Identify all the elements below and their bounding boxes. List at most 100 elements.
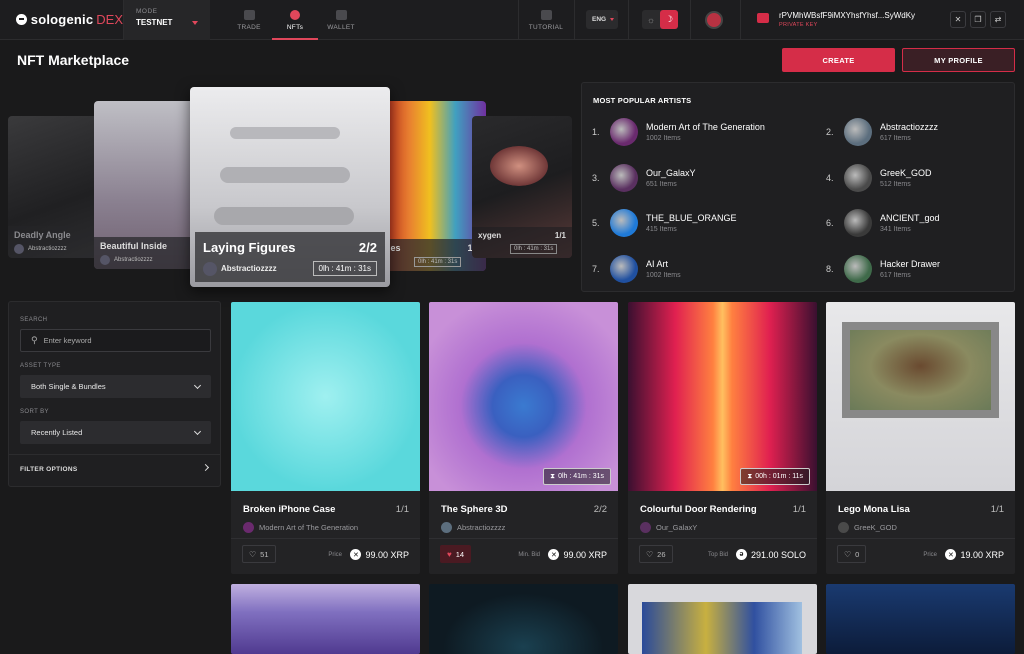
price-label: Price (328, 552, 342, 558)
carousel-card-title-row: xygen 1/1 (478, 231, 566, 240)
my-profile-button[interactable]: MY PROFILE (902, 48, 1015, 72)
artist-avatar (844, 164, 872, 192)
nft-artist-name: Our_GalaxY (656, 523, 698, 532)
nft-image[interactable] (429, 302, 618, 491)
wallet-address[interactable]: rPVMhWBsfF9iMXYhsfYhsf...SyWdKy (779, 11, 915, 20)
artist-item[interactable]: 6. ANCIENT_god 341 Items (826, 205, 1024, 241)
price-amount: 99.00 XRP (563, 549, 607, 560)
nft-edition: 1/1 (395, 504, 409, 515)
artist-avatar (610, 118, 638, 146)
artist-item[interactable]: 1. Modern Art of The Generation 1002 Items (592, 114, 792, 150)
artist-avatar (243, 522, 254, 533)
nft-image[interactable] (231, 302, 420, 491)
nft-artist-row[interactable]: Our_GalaxY (640, 522, 697, 533)
nft-edition: 1/1 (990, 504, 1004, 515)
like-button[interactable]: ♡ 0 (837, 545, 867, 563)
nft-title[interactable]: Colourful Door Rendering (640, 504, 780, 515)
tab-nfts[interactable]: NFTs (272, 0, 318, 40)
artist-rank: 3. (592, 173, 600, 183)
artist-name: GreeK_GOD (880, 168, 932, 178)
currency-icon: ✕ (548, 549, 560, 560)
nft-card-partial[interactable] (429, 584, 618, 654)
artist-avatar (100, 255, 110, 265)
language-selector[interactable]: ENG (586, 10, 618, 29)
carousel-card-artist: Abstractiozzzz (221, 264, 277, 273)
create-button[interactable]: CREATE (782, 48, 895, 72)
artist-item[interactable]: 2. Abstractiozzzz 617 Items (826, 114, 1024, 150)
artwork-image (642, 602, 802, 654)
artist-avatar (610, 164, 638, 192)
artist-rank: 6. (826, 218, 834, 228)
artist-item[interactable]: 7. AI Art 1002 Items (592, 251, 792, 287)
page-title: NFT Marketplace (17, 52, 130, 68)
copy-address-button[interactable]: ❐ (970, 11, 986, 28)
filter-options-toggle[interactable]: FILTER OPTIONS (20, 466, 78, 473)
logo-text: sologenic (30, 12, 94, 27)
carousel-card[interactable]: ies 1/1 0lh : 41m : 31s (384, 101, 486, 271)
artwork-frame (842, 322, 999, 418)
search-input[interactable]: ⚲ Enter keyword (20, 329, 211, 352)
theme-toggle[interactable]: ☼ ☽ (642, 10, 678, 29)
chevron-right-icon (201, 463, 210, 472)
carousel-card[interactable]: xygen 1/1 0lh : 41m : 31s (472, 116, 572, 258)
artist-items-count: 415 Items (646, 226, 677, 233)
artist-item[interactable]: 5. THE_BLUE_ORANGE 415 Items (592, 205, 792, 241)
artist-item[interactable]: 3. Our_GalaxY 651 Items (592, 160, 792, 196)
search-icon: ⚲ (31, 335, 38, 345)
like-button[interactable]: ♥ 14 (440, 545, 472, 563)
nft-artist-row[interactable]: Modern Art of The Generation (243, 522, 358, 533)
app-logo[interactable]: sologenic DEX (0, 0, 124, 40)
user-avatar[interactable] (705, 11, 723, 29)
nft-card-partial[interactable] (826, 584, 1015, 654)
nft-card[interactable]: 00h : 01m : 11s Colourful Door Rendering 1… (628, 302, 817, 574)
tab-wallet[interactable]: WALLET (318, 0, 364, 40)
artist-avatar (640, 522, 651, 533)
artist-item[interactable]: 8. Hacker Drawer 617 Items (826, 251, 1024, 287)
artist-name: ANCIENT_god (880, 213, 940, 223)
swap-account-button[interactable]: ⇄ (990, 11, 1006, 28)
artist-avatar (14, 244, 24, 254)
nft-artist-row[interactable]: Abstractiozzzz (441, 522, 505, 533)
carousel-card-featured[interactable]: Laying Figures 2/2 Abstractiozzzz 0lh : … (190, 87, 390, 287)
nft-title[interactable]: Lego Mona Lisa (838, 504, 978, 515)
nft-image[interactable] (628, 302, 817, 491)
currency-icon: ✕ (350, 549, 362, 560)
artist-name: Modern Art of The Generation (646, 122, 765, 132)
nft-title[interactable]: The Sphere 3D (441, 504, 581, 515)
artist-avatar (610, 209, 638, 237)
nft-card[interactable]: Lego Mona Lisa 1/1 GreeK_GOD ♡ 0 ✕ 19.00 XRP Pr… (826, 302, 1015, 574)
artist-items-count: 341 Items (880, 226, 911, 233)
nft-card-partial[interactable] (628, 584, 817, 654)
sort-by-select[interactable]: Recently Listed (20, 421, 211, 444)
artist-name: Abstractiozzzz (880, 122, 939, 132)
nft-title[interactable]: Broken iPhone Case (243, 504, 383, 515)
auction-timer: 0lh : 41m : 31s (543, 468, 611, 485)
mode-value: TESTNET (136, 17, 173, 27)
filter-panel: SEARCH ⚲ Enter keyword ASSET TYPE Both S… (8, 301, 221, 487)
sun-icon[interactable]: ☼ (642, 10, 660, 29)
tab-trade[interactable]: TRADE (226, 0, 272, 40)
nft-artist-row[interactable]: GreeK_GOD (838, 522, 897, 533)
artist-avatar (838, 522, 849, 533)
nft-card-partial[interactable] (231, 584, 420, 654)
artist-name: Our_GalaxY (646, 168, 696, 178)
like-button[interactable]: ♡ 51 (242, 545, 276, 563)
sort-by-label: SORT BY (20, 409, 49, 415)
nft-artist-name: Modern Art of The Generation (259, 523, 359, 532)
carousel-card-artist: Abstractiozzzz (114, 257, 153, 263)
divider (690, 0, 691, 40)
artist-rank: 8. (826, 264, 834, 274)
carousel-card[interactable]: Deadly Angle Abstractiozzzz (8, 116, 108, 258)
figure-image (490, 146, 548, 186)
price-label: Min. Bid (518, 552, 540, 558)
asset-type-select[interactable]: Both Single & Bundles (20, 375, 211, 398)
nft-card[interactable]: 0lh : 41m : 31s The Sphere 3D 2/2 Abstracti… (429, 302, 618, 574)
like-button[interactable]: ♡ 26 (639, 545, 673, 563)
asset-type-label: ASSET TYPE (20, 363, 61, 369)
disconnect-button[interactable]: ✕ (950, 11, 966, 28)
moon-icon[interactable]: ☽ (660, 10, 678, 29)
nft-card[interactable]: Broken iPhone Case 1/1 Modern Art of The G… (231, 302, 420, 574)
artist-item[interactable]: 4. GreeK_GOD 512 Items (826, 160, 1024, 196)
tab-tutorial[interactable]: TUTORIAL (523, 0, 569, 40)
mode-selector[interactable]: MODE TESTNET (124, 0, 210, 40)
